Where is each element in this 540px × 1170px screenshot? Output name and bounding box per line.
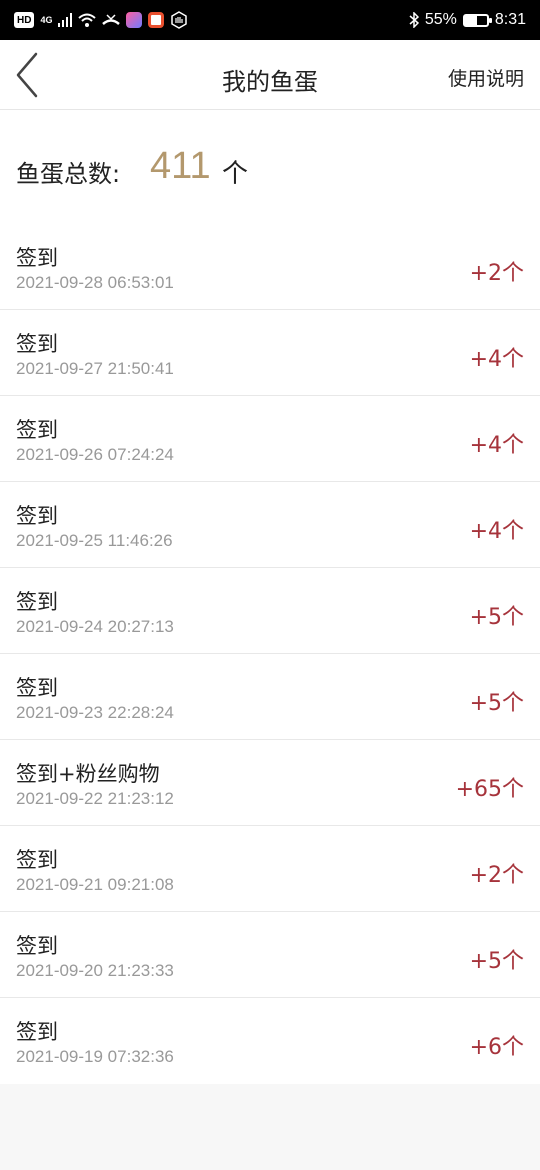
total-value: 411 — [150, 145, 211, 187]
network-badge: 4G — [40, 15, 53, 25]
record-amount: +2个 — [469, 261, 524, 286]
record-time: 2021-09-21 09:21:08 — [16, 875, 174, 894]
record-amount: +4个 — [469, 347, 524, 372]
total-unit: 个 — [222, 159, 249, 189]
wifi-icon — [78, 13, 97, 27]
record-row: 签到 2021-09-23 22:28:24 +5个 — [0, 654, 540, 740]
battery-icon — [462, 13, 492, 27]
record-row: 签到 2021-09-28 06:53:01 +2个 — [0, 224, 540, 310]
record-title: 签到+粉丝购物 — [16, 762, 160, 786]
record-row: 签到+粉丝购物 2021-09-22 21:23:12 +65个 — [0, 740, 540, 826]
record-row: 签到 2021-09-20 21:23:33 +5个 — [0, 912, 540, 998]
record-time: 2021-09-24 20:27:13 — [16, 617, 174, 636]
records-list: 签到 2021-09-28 06:53:01 +2个 签到 2021-09-27… — [0, 224, 540, 1084]
app-notification-icon — [126, 12, 143, 28]
record-row: 签到 2021-09-24 20:27:13 +5个 — [0, 568, 540, 654]
record-title: 签到 — [16, 1020, 58, 1044]
record-row: 签到 2021-09-26 07:24:24 +4个 — [0, 396, 540, 482]
record-row: 签到 2021-09-19 07:32:36 +6个 — [0, 998, 540, 1084]
record-amount: +6个 — [469, 1035, 524, 1060]
hd-badge: HD — [14, 12, 35, 28]
record-title: 签到 — [16, 246, 58, 270]
record-amount: +5个 — [469, 691, 524, 716]
battery-level — [464, 15, 477, 25]
total-label: 鱼蛋总数: — [16, 160, 121, 188]
missed-call-icon — [102, 14, 121, 25]
record-title: 签到 — [16, 676, 58, 700]
record-title: 签到 — [16, 332, 58, 356]
help-link[interactable]: 使用说明 — [448, 64, 524, 91]
record-title: 签到 — [16, 590, 58, 614]
record-time: 2021-09-22 21:23:12 — [16, 789, 174, 808]
signal-icon — [58, 13, 73, 27]
status-bar-right: 55% 8:31 — [409, 11, 526, 29]
record-amount: +2个 — [469, 863, 524, 888]
nav-bar: 我的鱼蛋 使用说明 — [0, 40, 540, 110]
bluetooth-icon — [409, 12, 419, 28]
store-notification-icon — [148, 12, 165, 28]
record-amount: +5个 — [469, 949, 524, 974]
record-time: 2021-09-19 07:32:36 — [16, 1047, 174, 1066]
record-title: 签到 — [16, 504, 58, 528]
record-title: 签到 — [16, 934, 58, 958]
record-title: 签到 — [16, 848, 58, 872]
record-amount: +65个 — [455, 777, 524, 802]
record-amount: +4个 — [469, 433, 524, 458]
total-summary: 鱼蛋总数: 411 个 — [0, 110, 540, 224]
record-row: 签到 2021-09-25 11:46:26 +4个 — [0, 482, 540, 568]
record-time: 2021-09-26 07:24:24 — [16, 445, 174, 464]
record-time: 2021-09-23 22:28:24 — [16, 703, 174, 722]
record-time: 2021-09-28 06:53:01 — [16, 273, 174, 292]
record-time: 2021-09-27 21:50:41 — [16, 359, 174, 378]
record-row: 签到 2021-09-27 21:50:41 +4个 — [0, 310, 540, 396]
status-bar: HD 4G 55% 8:31 — [0, 0, 540, 40]
status-bar-left: HD 4G — [14, 11, 188, 29]
record-amount: +4个 — [469, 519, 524, 544]
record-time: 2021-09-25 11:46:26 — [16, 531, 173, 550]
hand-icon — [171, 11, 188, 29]
record-amount: +5个 — [469, 605, 524, 630]
record-title: 签到 — [16, 418, 58, 442]
battery-percent: 55% — [424, 11, 457, 28]
clock: 8:31 — [494, 11, 526, 28]
record-row: 签到 2021-09-21 09:21:08 +2个 — [0, 826, 540, 912]
record-time: 2021-09-20 21:23:33 — [16, 961, 174, 980]
